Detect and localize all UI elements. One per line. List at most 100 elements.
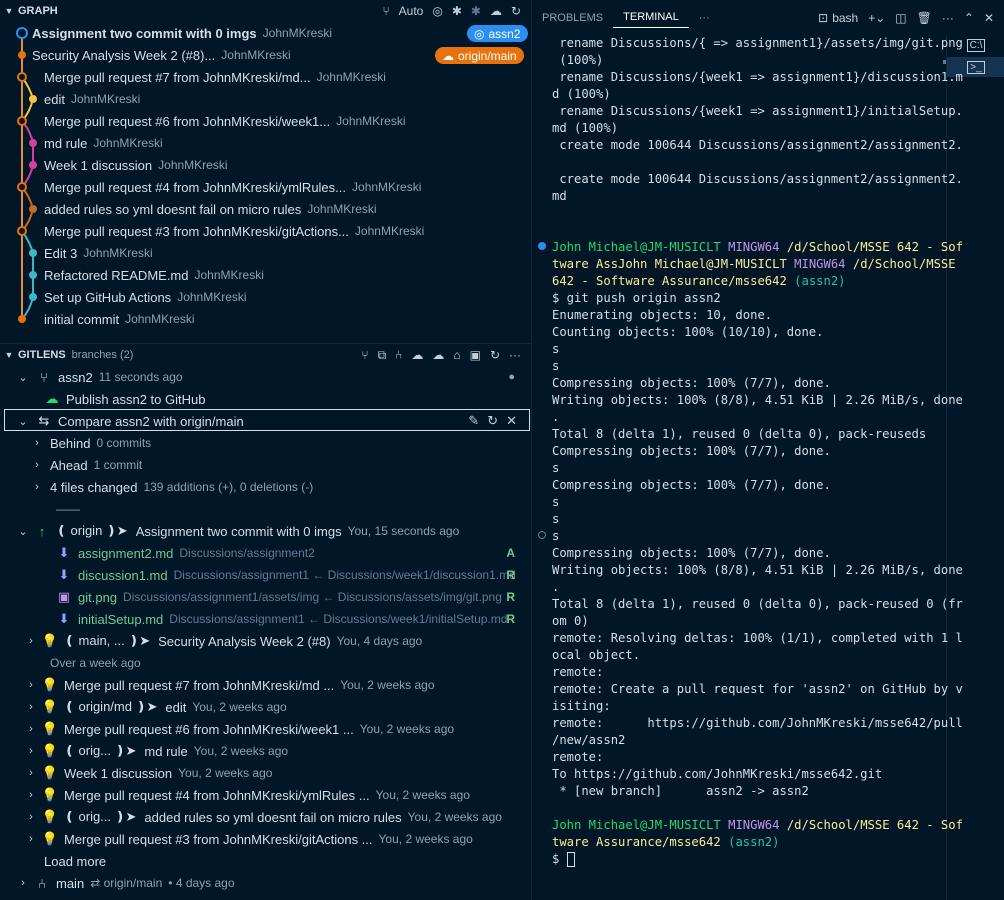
file-path: Discussions/assignment1 ← Discussions/we…: [169, 612, 508, 626]
chevron-down-icon: ⌄: [18, 371, 28, 384]
target-icon[interactable]: ◎: [432, 4, 442, 18]
commit-row[interactable]: › 💡 ❪ orig... ❫➤ md rule You, 2 weeks ago: [0, 740, 531, 762]
graph-commit-row[interactable]: initial commit JohnMKreski: [0, 308, 531, 330]
chevron-right-icon: ›: [35, 481, 39, 493]
changed-file-row[interactable]: ⬇ initialSetup.md Discussions/assignment1 …: [0, 608, 531, 630]
commit-message: Merge pull request #7 from JohnMKreski/m…: [64, 677, 335, 693]
file-status: A: [506, 546, 515, 560]
branch-badge[interactable]: ◎ assn2: [467, 25, 528, 42]
gift-icon[interactable]: ▣: [470, 348, 481, 362]
files-changed-row[interactable]: › 4 files changed 139 additions (+), 0 d…: [0, 476, 531, 498]
cloud-icon: ☁: [442, 48, 454, 63]
graph-commit-row[interactable]: Merge pull request #4 from JohnMKreski/y…: [0, 176, 531, 198]
origin-commit-row[interactable]: ⌄ ↑ ❪ origin ❫➤ Assignment two commit wi…: [0, 520, 531, 542]
terminal-icon: >_: [967, 60, 985, 74]
prompt-symbol: $: [552, 852, 567, 866]
changed-file-row[interactable]: ▣ git.png Discussions/assignment1/assets/i…: [0, 586, 531, 608]
info-icon[interactable]: ●: [508, 371, 515, 383]
prompt-path: tware Assurance/msse642: [552, 835, 721, 849]
command-success-dot[interactable]: [538, 242, 546, 250]
prompt-line: tware Assurance/msse642 (assn2): [552, 834, 947, 851]
behind-row[interactable]: › Behind 0 commits: [0, 432, 531, 454]
refresh-icon[interactable]: ↻: [511, 4, 521, 18]
graph-commit-row[interactable]: added rules so yml doesnt fail on micro …: [0, 198, 531, 220]
cmd-icon: C:\: [966, 38, 986, 52]
tab-problems[interactable]: PROBLEMS: [532, 0, 613, 35]
graph-commit-row[interactable]: Edit 3 JohnMKreski: [0, 242, 531, 264]
chevron-right-icon: ›: [35, 459, 39, 471]
split-icon[interactable]: ◫: [895, 11, 906, 25]
graph-commit-row[interactable]: Refactored README.md JohnMKreski: [0, 264, 531, 286]
commit-row[interactable]: › 💡 Merge pull request #6 from JohnMKreski…: [0, 718, 531, 740]
chevron-down-icon: ⌄: [18, 525, 28, 538]
chevron-up-icon[interactable]: ⌃: [964, 11, 974, 25]
load-more-row[interactable]: Load more: [0, 850, 531, 872]
branch-switch-icon[interactable]: ⑂: [361, 348, 368, 362]
branch-row-assn2[interactable]: ⌄ ⑂ assn2 11 seconds ago ●: [0, 366, 531, 388]
trash-icon[interactable]: 🗑: [917, 11, 932, 25]
commit-time: You, 2 weeks ago: [192, 700, 287, 714]
bug-off-icon[interactable]: ✱: [471, 4, 481, 18]
commit-row[interactable]: › 💡 Merge pull request #7 from JohnMKreski…: [0, 674, 531, 696]
terminal-line: Compressing objects: 100% (7/7), done.: [552, 546, 831, 560]
commit-message: Merge pull request #4 from JohnMKreski/y…: [64, 787, 370, 803]
terminal-line: md: [552, 189, 567, 203]
more-tabs-icon[interactable]: ···: [689, 0, 720, 35]
commit-row[interactable]: › 💡 Merge pull request #3 from JohnMKreski…: [0, 828, 531, 850]
terminal-cursor[interactable]: [566, 852, 575, 867]
graph-commit-row[interactable]: Merge pull request #3 from JohnMKreski/g…: [0, 220, 531, 242]
terminal-output[interactable]: rename Discussions/{ => assignment1}/ass…: [552, 35, 963, 868]
gitlens-section-header[interactable]: ▼ GITLENS branches (2) ⑂ ⧉ ⑃ ☁ ☁ ⌂ ▣ ↻ ·…: [0, 343, 531, 365]
prompt-user: John Michael@JM-MUSICLT: [552, 240, 721, 254]
publish-row[interactable]: ☁ Publish assn2 to GitHub: [0, 388, 531, 410]
branch-create-icon[interactable]: ⑃: [395, 348, 402, 362]
changed-file-row[interactable]: ⬇ discussion1.md Discussions/assignment1 ←…: [0, 564, 531, 586]
commit-row[interactable]: › 💡 ❪ origin/md ❫➤ edit You, 2 weeks ago: [0, 696, 531, 718]
commit-row[interactable]: › 💡 Merge pull request #4 from JohnMKreski…: [0, 784, 531, 806]
add-terminal-icon[interactable]: +⌄: [868, 11, 885, 25]
commit-row[interactable]: › 💡 ❪ orig... ❫➤ added rules so yml doesnt …: [0, 806, 531, 828]
branch-icon[interactable]: ⑂: [382, 4, 389, 18]
bug-icon[interactable]: ✱: [452, 4, 462, 18]
shell-selector[interactable]: ⊡ bash: [818, 11, 858, 25]
prompt-line: tware AssJohn Michael@JM-MUSICLT MINGW64…: [552, 256, 956, 273]
ahead-row[interactable]: › Ahead 1 commit: [0, 454, 531, 476]
graph-commit-row[interactable]: Merge pull request #6 from JohnMKreski/w…: [0, 110, 531, 132]
compare-icon[interactable]: ⧉: [378, 348, 387, 363]
auto-label[interactable]: Auto: [399, 4, 424, 18]
terminal-line: Compressing objects: 100% (7/7), done.: [552, 376, 831, 390]
main-commit-row[interactable]: › 💡 ❪ main, ... ❫➤ Security Analysis Wee…: [0, 630, 531, 652]
file-path: Discussions/assignment1/assets/img ← Dis…: [123, 590, 502, 604]
commit-row[interactable]: › 💡 Week 1 discussion You, 2 weeks ago: [0, 762, 531, 784]
close-icon[interactable]: ✕: [506, 413, 517, 429]
graph-section-header[interactable]: ▼ GRAPH ⑂ Auto ◎ ✱ ✱ ☁ ↻: [0, 0, 531, 22]
graph-commit-row[interactable]: Set up GitHub Actions JohnMKreski: [0, 286, 531, 308]
gitlens-subtitle: branches (2): [71, 348, 134, 361]
graph-commit-row[interactable]: Assignment two commit with 0 imgs JohnMKr…: [0, 22, 531, 44]
terminal-line: remote: https://github.com/JohnMKreski/m…: [552, 716, 963, 730]
edit-icon[interactable]: ✎: [468, 413, 479, 429]
more-icon[interactable]: ···: [942, 11, 954, 25]
more-icon[interactable]: ···: [509, 348, 521, 362]
graph-commit-row[interactable]: md rule JohnMKreski: [0, 132, 531, 154]
graph-commit-row[interactable]: edit JohnMKreski: [0, 88, 531, 110]
command-empty-dot[interactable]: [538, 531, 546, 539]
cloud-icon[interactable]: ☁: [411, 348, 423, 362]
changed-file-row[interactable]: ⬇ assignment2.md Discussions/assignment2 A: [0, 542, 531, 564]
graph-commit-row[interactable]: Merge pull request #7 from JohnMKreski/m…: [0, 66, 531, 88]
prompt-line: 642 - Software Assurance/msse642 (assn2): [552, 273, 947, 290]
compare-row[interactable]: ⌄ ⇆ Compare assn2 with origin/main ✎ ↻ ✕: [0, 410, 531, 432]
cloud-upload-icon[interactable]: ☁: [490, 4, 502, 18]
refresh-icon[interactable]: ↻: [487, 413, 498, 429]
tab-terminal[interactable]: TERMINAL: [613, 8, 689, 28]
panel-area: PROBLEMS TERMINAL ··· ⊡ bash +⌄ ◫ 🗑 ··· ⌃…: [531, 0, 1004, 900]
terminal-line: remote: Resolving deltas: 100% (1/1), co…: [552, 631, 963, 645]
refresh-icon[interactable]: ↻: [490, 348, 500, 362]
origin-badge[interactable]: ☁ origin/main: [435, 47, 524, 64]
commit-message: Set up GitHub Actions: [44, 289, 172, 305]
close-icon[interactable]: ✕: [984, 11, 994, 25]
branch-row-main[interactable]: › ⑃ main ⇄ origin/main • 4 days ago: [0, 872, 531, 894]
cloud-upload-icon[interactable]: ☁: [432, 348, 444, 362]
graph-commit-row[interactable]: Week 1 discussion JohnMKreski: [0, 154, 531, 176]
tag-icon[interactable]: ⌂: [453, 348, 460, 362]
